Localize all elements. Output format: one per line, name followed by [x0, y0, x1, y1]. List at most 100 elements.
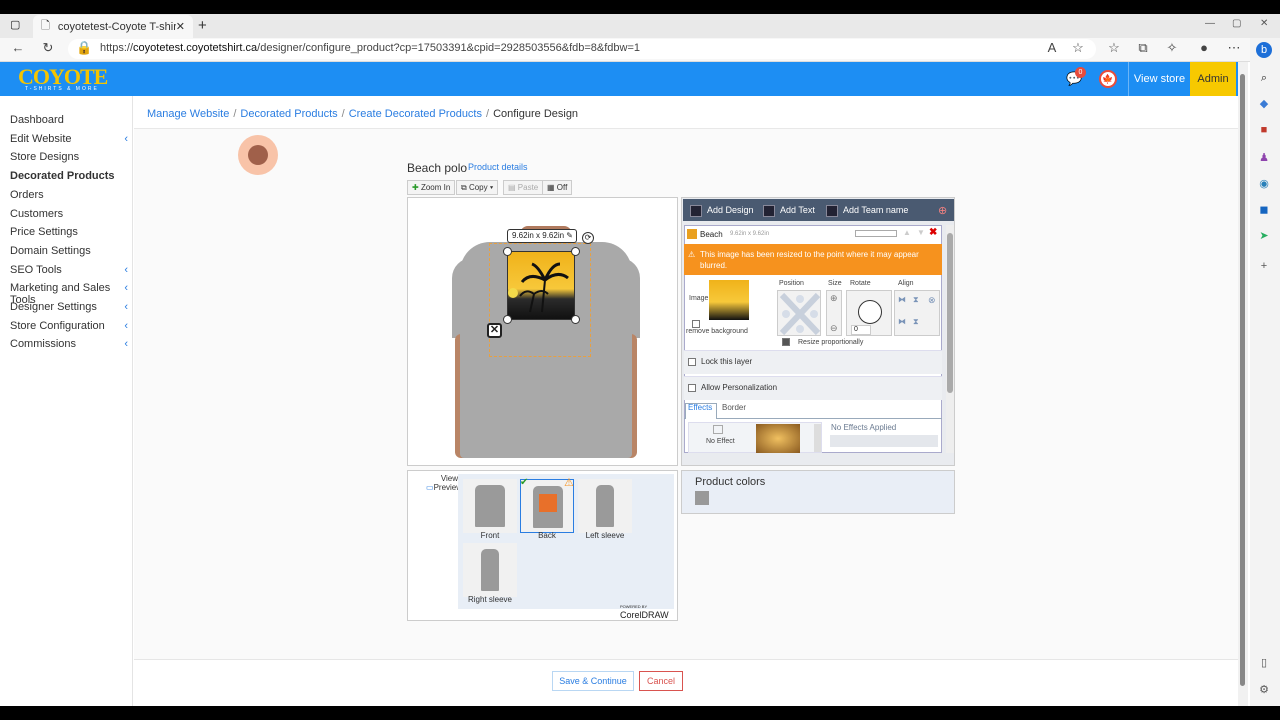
zoom-in-button[interactable]: ✚ Zoom In [407, 180, 456, 195]
favorites-icon[interactable]: ☆ [1106, 40, 1122, 56]
sidebar-item[interactable]: Commissions ‹ [10, 338, 128, 350]
sidebar-item[interactable]: Price Settings [10, 226, 128, 238]
flip-horizontal-icon[interactable]: ⧓ [898, 317, 906, 326]
sidebar-item[interactable]: Decorated Products [10, 170, 128, 182]
remove-background-checkbox[interactable] [692, 320, 700, 328]
page-scrollbar[interactable] [1238, 62, 1248, 706]
search-icon[interactable]: ⌕ [1256, 70, 1272, 86]
view-store-button[interactable]: View store [1128, 62, 1190, 96]
collections-icon[interactable]: ⧉ [1135, 40, 1151, 56]
tab-actions-icon[interactable]: ▢ [10, 18, 20, 31]
allow-personalization-row[interactable]: Allow Personalization [684, 376, 942, 400]
close-tab-icon[interactable]: ✕ [176, 20, 185, 33]
layer-header[interactable]: Beach 9.62in x 9.62in ▲ ▼ ✖ [685, 227, 941, 242]
add-sidebar-icon[interactable]: + [1256, 258, 1272, 274]
chevron-left-icon[interactable]: ‹ [124, 133, 128, 145]
preview-icon[interactable]: ▭ [426, 483, 434, 492]
align-vertical-icon[interactable]: ⧗ [913, 295, 919, 305]
sepia-effect-thumb[interactable] [756, 424, 800, 453]
cancel-button[interactable]: Cancel [639, 671, 683, 691]
size-control[interactable]: ⊕ ⊖ [826, 290, 842, 336]
paste-button[interactable]: ▤ Paste [503, 180, 544, 195]
rotate-handle-icon[interactable]: ⟳ [582, 232, 594, 244]
add-team-name-button[interactable]: Add Team name [822, 199, 908, 221]
color-swatch[interactable] [695, 491, 709, 505]
help-lifebuoy-icon[interactable]: ⊕ [938, 204, 947, 217]
chevron-left-icon[interactable]: ‹ [124, 282, 128, 294]
move-up-icon[interactable]: ▲ [903, 228, 911, 237]
size-decrease-icon[interactable]: ⊖ [830, 323, 838, 334]
address-bar[interactable]: https://coyotetest.coyotetshirt.ca/desig… [68, 39, 1096, 59]
move-down-icon[interactable]: ▼ [917, 228, 925, 237]
breadcrumb-decorated-products[interactable]: Decorated Products [240, 108, 337, 120]
align-control[interactable]: ⧓ ⧗ ⊗ ⧓ ⧗ [894, 290, 940, 336]
outlook-icon[interactable]: ◼ [1256, 202, 1272, 218]
rotate-input[interactable]: 0 [851, 325, 871, 335]
view-front-thumb[interactable] [463, 479, 517, 533]
sidebar-item[interactable]: Edit Website ‹ [10, 133, 128, 145]
save-continue-button[interactable]: Save & Continue [552, 671, 634, 691]
chevron-left-icon[interactable]: ‹ [124, 338, 128, 350]
canada-flag-icon[interactable]: 🍁 [1099, 70, 1117, 88]
new-tab-icon[interactable]: + [198, 17, 207, 34]
grid-off-button[interactable]: ▦ Off [542, 180, 573, 195]
refresh-icon[interactable]: ↻ [40, 40, 56, 56]
resize-handle-bl[interactable] [503, 315, 512, 324]
chevron-left-icon[interactable]: ‹ [124, 264, 128, 276]
opacity-slider[interactable] [855, 230, 897, 237]
close-window-icon[interactable]: ✕ [1260, 18, 1268, 29]
copy-button[interactable]: ⧉ Copy ▾ [456, 180, 499, 195]
sidebar-toggle-icon[interactable]: ▯ [1256, 655, 1272, 671]
sidebar-item[interactable]: Designer Settings ‹ [10, 301, 128, 313]
align-horizontal-icon[interactable]: ⧓ [898, 295, 906, 304]
design-size-label[interactable]: 9.62in x 9.62in ✎ [507, 229, 577, 243]
favorite-star-icon[interactable]: ☆ [1070, 40, 1086, 56]
delete-layer-icon[interactable]: ✖ [929, 227, 937, 238]
minimize-icon[interactable]: — [1205, 18, 1215, 29]
settings-gear-icon[interactable]: ⚙ [1256, 682, 1272, 698]
breadcrumb-manage-website[interactable]: Manage Website [147, 108, 229, 120]
lock-layer-row[interactable]: Lock this layer [684, 350, 942, 374]
border-tab[interactable]: Border [722, 403, 746, 412]
chevron-left-icon[interactable]: ‹ [124, 301, 128, 313]
sidebar-item[interactable]: SEO Tools ‹ [10, 264, 128, 276]
sidebar-item[interactable]: Store Designs [10, 151, 128, 163]
beach-design-image[interactable] [507, 251, 575, 320]
resize-proportionally-checkbox[interactable] [782, 338, 790, 346]
scrollbar-thumb[interactable] [1240, 74, 1245, 686]
view-right-sleeve-thumb[interactable] [463, 543, 517, 597]
lock-icon[interactable]: 🔒 [76, 40, 92, 56]
lock-layer-checkbox[interactable] [688, 358, 696, 366]
drop-icon[interactable]: ➤ [1256, 228, 1272, 244]
size-increase-icon[interactable]: ⊕ [830, 293, 838, 304]
rotate-dial[interactable] [858, 300, 882, 324]
more-icon[interactable]: ⋯ [1226, 40, 1242, 56]
office-icon[interactable]: ◉ [1256, 176, 1272, 192]
add-design-button[interactable]: Add Design [686, 199, 754, 221]
allow-personalization-checkbox[interactable] [688, 384, 696, 392]
shopping-tag-icon[interactable]: ◆ [1256, 96, 1272, 112]
align-center-icon[interactable]: ⊗ [928, 295, 936, 306]
sidebar-item[interactable]: Domain Settings [10, 245, 128, 257]
extensions-icon[interactable]: ✧ [1164, 40, 1180, 56]
resize-handle-tr[interactable] [571, 247, 580, 256]
no-effect-icon[interactable] [713, 425, 723, 434]
product-details-link[interactable]: Product details [468, 162, 528, 172]
games-icon[interactable]: ♟ [1256, 150, 1272, 166]
resize-handle-br[interactable] [571, 315, 580, 324]
resize-handle-tl[interactable] [503, 247, 512, 256]
browser-tab[interactable]: 🗋 coyotetest-Coyote T-shirts Config ✕ [33, 15, 193, 38]
breadcrumb-create-decorated-products[interactable]: Create Decorated Products [349, 108, 482, 120]
position-pad[interactable] [777, 290, 821, 336]
effects-tab[interactable]: Effects [688, 403, 712, 412]
sidebar-item[interactable]: Orders [10, 189, 128, 201]
rotate-control[interactable]: 0 [846, 290, 892, 336]
sidebar-item[interactable]: Store Configuration ‹ [10, 320, 128, 332]
panel-scrollbar[interactable] [946, 225, 954, 453]
sidebar-item[interactable]: Dashboard [10, 114, 128, 126]
back-icon[interactable]: ← [10, 40, 26, 56]
no-effect-label[interactable]: No Effect [706, 438, 735, 445]
maximize-icon[interactable]: ▢ [1232, 18, 1241, 29]
tools-icon[interactable]: ■ [1256, 122, 1272, 138]
profile-icon[interactable]: ● [1196, 40, 1212, 56]
